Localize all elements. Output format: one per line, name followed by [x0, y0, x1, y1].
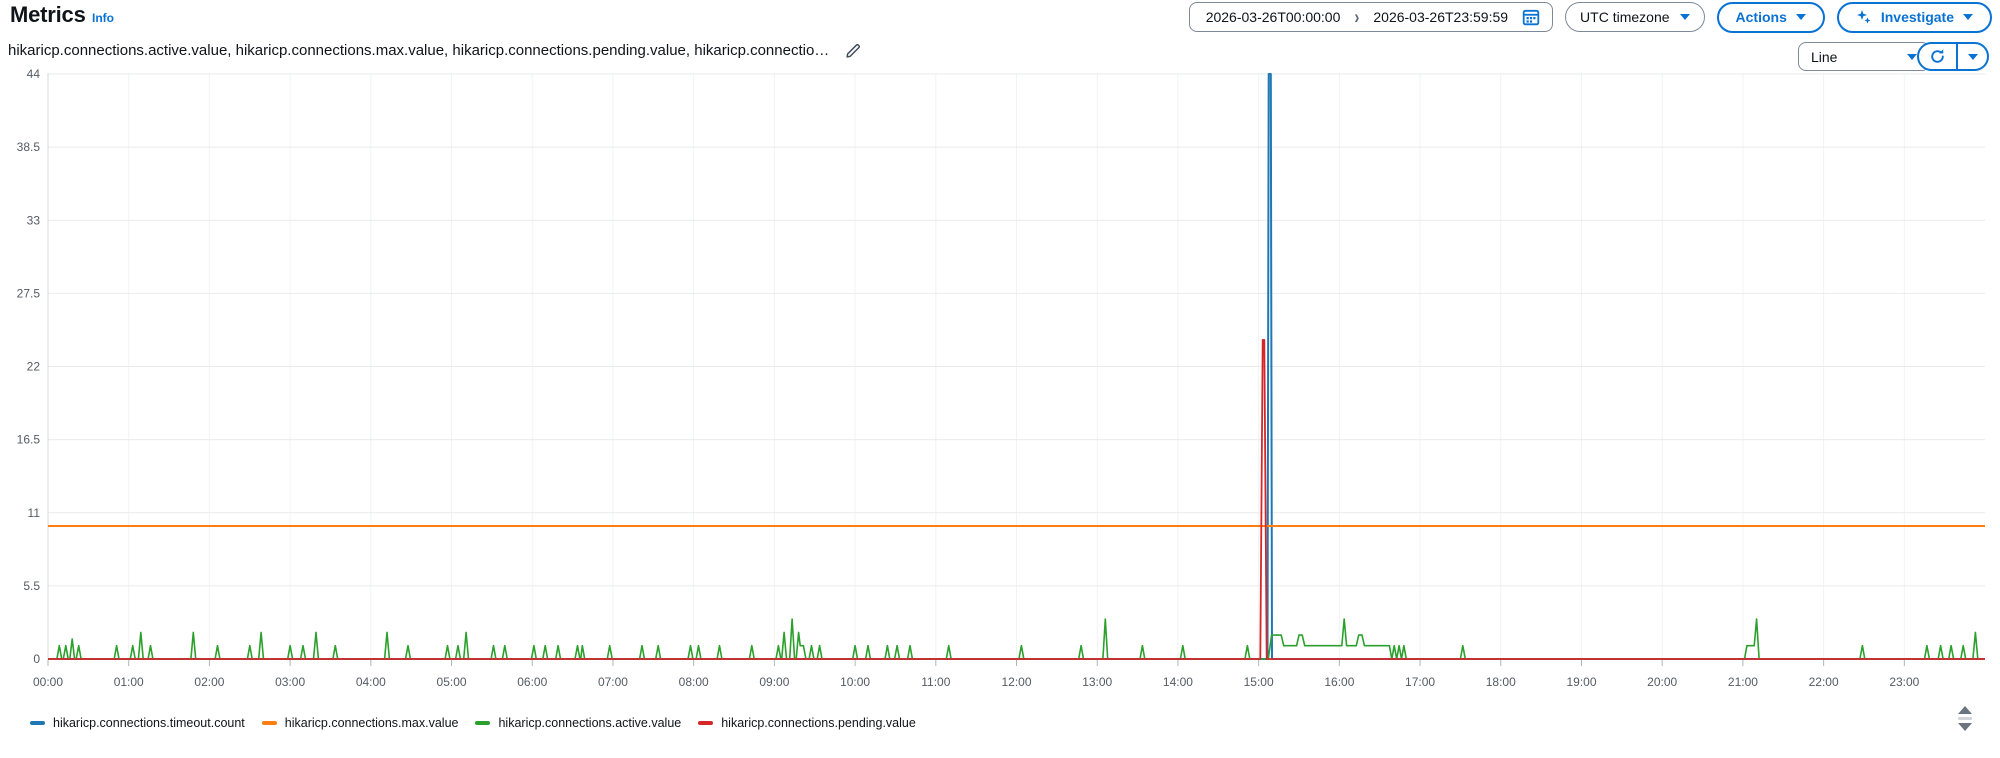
x-axis-tick-label: 11:00: [921, 675, 950, 689]
x-axis-tick-label: 16:00: [1324, 675, 1354, 689]
x-axis-tick-label: 13:00: [1082, 675, 1112, 689]
legend-item-pending-value[interactable]: hikaricp.connections.pending.value: [698, 716, 916, 730]
timezone-select[interactable]: UTC timezone: [1565, 2, 1705, 32]
y-axis-tick-label: 22: [27, 360, 41, 374]
chart-legend: hikaricp.connections.timeout.count hikar…: [30, 716, 916, 730]
date-range-chevron-icon: ›: [1354, 5, 1360, 29]
scroll-down-icon[interactable]: [1958, 723, 1972, 731]
metrics-chart[interactable]: 44 38.5 33 27.5 22 16.5 11 5.5 0 00:00 01:00 02:00 0…: [0, 50, 2000, 695]
chevron-down-icon: [1795, 14, 1806, 20]
x-axis-tick-label: 19:00: [1566, 675, 1596, 689]
legend-color-dash: [30, 721, 45, 725]
x-axis-tick-label: 02:00: [194, 675, 224, 689]
legend-label: hikaricp.connections.pending.value: [721, 716, 916, 730]
x-axis-tick-label: 10:00: [840, 675, 870, 689]
actions-button-label: Actions: [1735, 9, 1787, 25]
x-axis-tick-label: 23:00: [1889, 675, 1919, 689]
y-axis-tick-label: 16.5: [17, 433, 41, 447]
y-axis-tick-label: 0: [33, 652, 40, 666]
chevron-down-icon: [1963, 14, 1973, 20]
legend-label: hikaricp.connections.active.value: [498, 716, 682, 730]
date-range-start[interactable]: 2026-03-26T00:00:00: [1206, 9, 1341, 25]
x-axis-tick-label: 20:00: [1647, 675, 1677, 689]
x-axis-tick-label: 05:00: [437, 675, 467, 689]
legend-item-max-value[interactable]: hikaricp.connections.max.value: [261, 716, 459, 730]
legend-label: hikaricp.connections.timeout.count: [53, 716, 245, 730]
x-axis-tick-label: 15:00: [1244, 675, 1274, 689]
y-axis-tick-label: 27.5: [17, 286, 41, 300]
x-axis-tick-label: 21:00: [1728, 675, 1758, 689]
calendar-icon[interactable]: [1522, 8, 1540, 26]
y-axis-tick-label: 33: [27, 213, 41, 227]
actions-button[interactable]: Actions: [1716, 1, 1825, 33]
x-axis-tick-label: 12:00: [1002, 675, 1032, 689]
x-axis-tick-label: 18:00: [1486, 675, 1516, 689]
x-axis-tick-label: 00:00: [33, 675, 63, 689]
date-range-end[interactable]: 2026-03-26T23:59:59: [1373, 9, 1508, 25]
x-axis-tick-label: 04:00: [356, 675, 386, 689]
legend-color-dash: [698, 721, 714, 725]
x-axis-tick-label: 08:00: [679, 675, 709, 689]
y-axis-tick-label: 11: [28, 506, 41, 520]
info-link[interactable]: Info: [92, 11, 114, 25]
page-title: Metrics: [10, 2, 86, 27]
x-axis-tick-label: 22:00: [1809, 675, 1839, 689]
x-axis-tick-label: 17:00: [1405, 675, 1435, 689]
date-range-picker[interactable]: 2026-03-26T00:00:00 › 2026-03-26T23:59:5…: [1188, 2, 1554, 32]
x-axis-tick-label: 01:00: [114, 675, 144, 689]
timezone-select-label: UTC timezone: [1580, 9, 1670, 25]
scroll-up-icon[interactable]: [1958, 706, 1972, 714]
legend-scrollbar[interactable]: [1954, 706, 1976, 731]
chart-plot-area[interactable]: 44 38.5 33 27.5 22 16.5 11 5.5 0 00:00 01:00 02:00 0…: [0, 50, 2000, 695]
investigate-button-label: Investigate: [1880, 9, 1954, 25]
investigate-sparkle-icon: [1856, 9, 1872, 25]
y-axis-tick-label: 38.5: [17, 140, 41, 154]
legend-color-dash: [261, 721, 277, 725]
scroll-bar: [1958, 717, 1972, 720]
x-axis-tick-label: 14:00: [1163, 675, 1193, 689]
y-axis-tick-label: 44: [27, 67, 41, 81]
legend-label: hikaricp.connections.max.value: [284, 716, 459, 730]
legend-item-active-value[interactable]: hikaricp.connections.active.value: [475, 716, 681, 730]
investigate-button[interactable]: Investigate: [1836, 1, 1992, 33]
chevron-down-icon: [1679, 14, 1690, 20]
x-axis-tick-label: 09:00: [759, 675, 789, 689]
y-axis-tick-label: 5.5: [23, 579, 40, 593]
top-bar: Metrics Info 2026-03-26T00:00:00 › 2026-…: [0, 0, 2000, 34]
legend-color-dash: [475, 721, 491, 725]
x-axis-tick-label: 06:00: [517, 675, 547, 689]
legend-item-timeout-count[interactable]: hikaricp.connections.timeout.count: [30, 716, 245, 730]
top-bar-controls: 2026-03-26T00:00:00 › 2026-03-26T23:59:5…: [1188, 1, 1992, 33]
x-axis-tick-label: 03:00: [275, 675, 305, 689]
x-axis-tick-label: 07:00: [598, 675, 628, 689]
